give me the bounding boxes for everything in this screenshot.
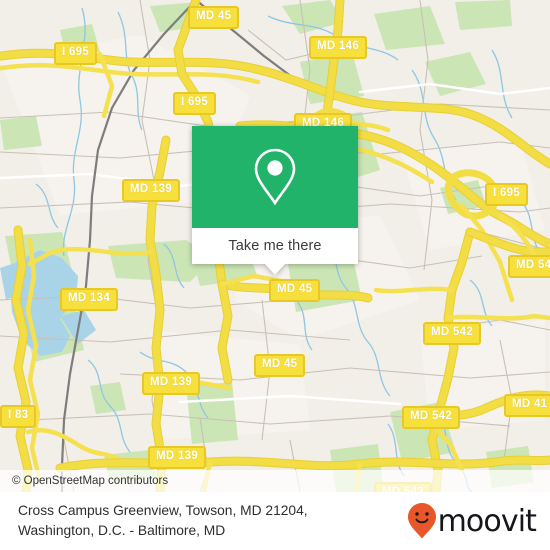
road-shield: I 695: [485, 183, 529, 206]
road-shield: MD 45: [254, 354, 306, 377]
map-attribution[interactable]: © OpenStreetMap contributors: [0, 470, 550, 492]
road-shield: I 695: [173, 92, 217, 115]
road-shield: MD 139: [122, 179, 181, 202]
road-shield: MD 139: [142, 372, 201, 395]
road-shield: MD 542: [508, 255, 550, 278]
road-shield: MD 134: [60, 288, 119, 311]
take-me-there-button[interactable]: Take me there: [192, 228, 358, 264]
location-popup-card[interactable]: Take me there: [192, 126, 358, 275]
map-pin-icon: [254, 148, 296, 206]
map-screenshot: .land { fill:#f2efe9; } .light { fill:#f…: [0, 0, 550, 550]
road-shield: MD 41: [504, 394, 550, 417]
road-shield: MD 542: [423, 322, 482, 345]
road-shield: I 695: [54, 42, 98, 65]
popup-pointer-tail: [265, 264, 285, 275]
moovit-wordmark: moovit: [437, 503, 537, 539]
road-shield: MD 45: [269, 279, 321, 302]
road-shield: I 83: [0, 405, 37, 428]
road-shield: MD 146: [309, 36, 368, 59]
take-me-there-label: Take me there: [228, 238, 322, 254]
moovit-logo[interactable]: moovit: [407, 502, 537, 540]
road-shield: MD 542: [402, 406, 461, 429]
smiling-pin-icon: [407, 503, 436, 539]
attribution-text: © OpenStreetMap contributors: [12, 475, 169, 487]
map-canvas[interactable]: .land { fill:#f2efe9; } .light { fill:#f…: [0, 0, 550, 492]
place-line-2: Washington, D.C. - Baltimore, MD: [18, 523, 226, 538]
footer-bar: Cross Campus Greenview, Towson, MD 21204…: [0, 492, 550, 550]
road-shield: MD 139: [148, 446, 207, 469]
place-description: Cross Campus Greenview, Towson, MD 21204…: [18, 501, 308, 541]
road-shield: MD 45: [188, 6, 240, 29]
popup-header: [192, 126, 358, 228]
place-line-1: Cross Campus Greenview, Towson, MD 21204…: [18, 503, 308, 518]
